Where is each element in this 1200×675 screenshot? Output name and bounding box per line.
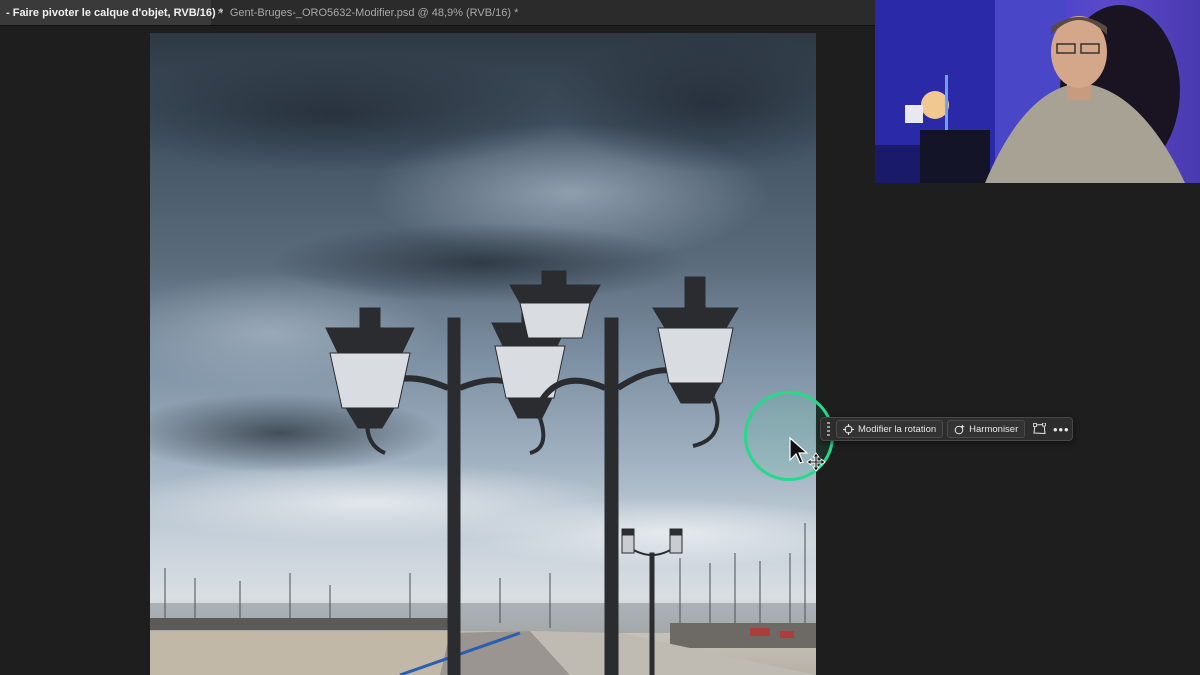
move-icon <box>806 452 826 472</box>
rotate-crosshair-icon <box>843 423 854 435</box>
perspective-warp-button[interactable] <box>1029 420 1049 438</box>
document-canvas[interactable] <box>150 33 816 675</box>
more-icon[interactable]: ••• <box>1051 420 1071 438</box>
webcam-image <box>875 0 1185 183</box>
harmonize-button[interactable]: Harmoniser <box>947 420 1026 438</box>
harmonize-label: Harmoniser <box>969 423 1019 435</box>
mouse-pointer-icon <box>788 436 828 481</box>
tab-gent-bruges-document[interactable]: × Gent-Bruges-_ORO5632-Modifier.psd @ 48… <box>211 0 531 25</box>
tab-active-label: - Faire pivoter le calque d'objet, RVB/1… <box>6 6 223 19</box>
presenter-webcam <box>875 0 1200 183</box>
close-icon[interactable]: × <box>217 7 223 18</box>
grip-icon[interactable] <box>824 420 832 438</box>
modify-rotation-label: Modifier la rotation <box>858 423 937 435</box>
contextual-task-bar: Modifier la rotation Harmoniser ••• <box>820 417 1073 441</box>
perspective-warp-icon <box>1032 423 1046 435</box>
street-lamp-photo <box>150 33 816 675</box>
modify-rotation-button[interactable]: Modifier la rotation <box>836 420 944 438</box>
harmonize-sparkle-icon <box>954 424 965 434</box>
tab-active-document[interactable]: - Faire pivoter le calque d'objet, RVB/1… <box>0 0 223 25</box>
tab-inactive-label: Gent-Bruges-_ORO5632-Modifier.psd @ 48,9… <box>229 6 519 19</box>
